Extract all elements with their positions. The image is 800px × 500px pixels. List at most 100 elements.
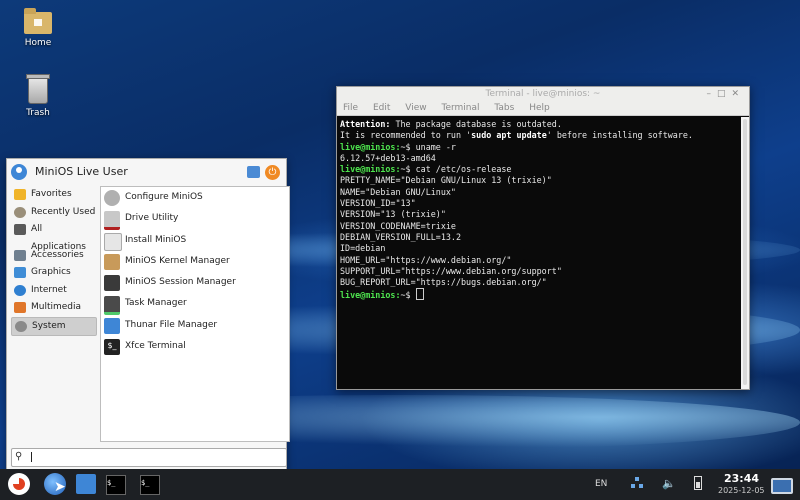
app-configure-minios[interactable]: Configure MiniOS bbox=[101, 187, 289, 208]
taskbar: ➤ $_ $_ EN 🔈 23:44 2025-12-05 bbox=[0, 469, 800, 500]
gear-icon bbox=[104, 190, 120, 206]
terminal-text: PRETTY_NAME="Debian GNU/Linux 13 (trixie… bbox=[340, 175, 552, 186]
category-system[interactable]: System bbox=[11, 316, 97, 336]
star-icon bbox=[14, 189, 26, 200]
battery-icon[interactable] bbox=[694, 476, 702, 490]
category-all-applications[interactable]: All Applications bbox=[11, 221, 97, 252]
terminal-line: It is recommended to run 'sudo apt updat… bbox=[340, 130, 738, 141]
clock-date[interactable]: 2025-12-05 bbox=[718, 486, 765, 495]
install-icon bbox=[104, 232, 122, 251]
drive-icon bbox=[104, 211, 120, 231]
menu-categories: Favorites Recently Used All Applications… bbox=[11, 186, 97, 336]
terminal-text: live@minios: bbox=[340, 141, 401, 152]
terminal-line: 6.12.57+deb13-amd64 bbox=[340, 153, 738, 164]
menu-search-box[interactable]: ⚲ bbox=[11, 448, 287, 467]
keyboard-layout[interactable]: EN bbox=[595, 479, 607, 489]
app-thunar-file-manager[interactable]: Thunar File Manager bbox=[101, 315, 289, 336]
menu-edit[interactable]: Edit bbox=[373, 103, 390, 113]
taskbar-terminal-window-button[interactable]: $_ bbox=[140, 475, 160, 495]
terminal-text: HOME_URL="https://www.debian.org/" bbox=[340, 254, 512, 265]
logout-icon[interactable]: ⏻ bbox=[265, 165, 280, 180]
terminal-text: ~$ uname -r bbox=[400, 141, 456, 152]
terminal-text: live@minios: bbox=[340, 290, 401, 301]
category-label: Graphics bbox=[31, 267, 71, 277]
terminal-text: ' before installing software. bbox=[546, 130, 693, 141]
terminal-line: VERSION_CODENAME=trixie bbox=[340, 221, 738, 232]
trash-icon bbox=[26, 74, 50, 104]
terminal-text: Attention: bbox=[340, 119, 391, 129]
terminal-text: DEBIAN_VERSION_FULL=13.2 bbox=[340, 231, 462, 242]
terminal-text: NAME="Debian GNU/Linux" bbox=[340, 186, 456, 197]
minimize-icon[interactable]: – bbox=[706, 89, 717, 99]
category-multimedia[interactable]: Multimedia bbox=[11, 299, 97, 317]
window-controls[interactable]: –□✕ bbox=[706, 87, 745, 101]
home-folder-icon bbox=[104, 317, 120, 334]
category-label: Accessories bbox=[31, 249, 84, 260]
search-input[interactable] bbox=[30, 450, 284, 465]
floppy-icon bbox=[104, 275, 120, 292]
maximize-icon[interactable]: □ bbox=[717, 89, 732, 99]
menu-tabs[interactable]: Tabs bbox=[494, 103, 514, 113]
text-caret bbox=[31, 452, 32, 462]
graphics-icon bbox=[14, 267, 26, 278]
volume-icon[interactable]: 🔈 bbox=[662, 477, 676, 490]
terminal-text: BUG_REPORT_URL="https://bugs.debian.org/… bbox=[340, 277, 547, 288]
accessories-icon bbox=[14, 249, 26, 261]
file-manager-icon[interactable] bbox=[76, 474, 96, 494]
close-icon[interactable]: ✕ bbox=[731, 89, 745, 99]
globe-icon bbox=[14, 284, 26, 296]
network-icon[interactable] bbox=[631, 477, 643, 489]
terminal-line: live@minios:~$ bbox=[340, 288, 738, 301]
terminal-line: HOME_URL="https://www.debian.org/" bbox=[340, 255, 738, 266]
terminal-text: ~$ cat /etc/os-release bbox=[400, 164, 512, 175]
terminal-line: VERSION_ID="13" bbox=[340, 198, 738, 209]
terminal-line: VERSION="13 (trixie)" bbox=[340, 209, 738, 220]
kernel-box-icon bbox=[104, 253, 120, 270]
terminal-line: PRETTY_NAME="Debian GNU/Linux 13 (trixie… bbox=[340, 175, 738, 186]
multimedia-icon bbox=[14, 302, 26, 313]
app-minios-kernel-manager[interactable]: MiniOS Kernel Manager bbox=[101, 251, 289, 272]
terminal-output[interactable]: Attention: The package database is outda… bbox=[337, 117, 741, 389]
app-drive-utility[interactable]: Drive Utility bbox=[101, 208, 289, 231]
task-manager-icon bbox=[104, 296, 120, 316]
mouse-pointer-icon: ➤ bbox=[54, 479, 66, 495]
category-recently-used[interactable]: Recently Used bbox=[11, 204, 97, 222]
grid-icon bbox=[14, 224, 26, 235]
app-minios-session-manager[interactable]: MiniOS Session Manager bbox=[101, 272, 289, 293]
category-internet[interactable]: Internet bbox=[11, 282, 97, 300]
category-graphics[interactable]: Graphics bbox=[11, 264, 97, 282]
menu-file[interactable]: File bbox=[343, 103, 358, 113]
terminal-window[interactable]: Terminal - live@minios: ~ –□✕ File Edit … bbox=[336, 86, 750, 390]
category-accessories[interactable]: Accessories bbox=[11, 247, 97, 265]
taskbar-terminal-icon[interactable]: $_ bbox=[106, 475, 126, 495]
terminal-menubar: File Edit View Terminal Tabs Help bbox=[337, 101, 749, 116]
menu-help[interactable]: Help bbox=[529, 103, 550, 113]
menu-view[interactable]: View bbox=[405, 103, 426, 113]
terminal-text: VERSION="13 (trixie)" bbox=[340, 209, 446, 220]
desktop-icon-trash[interactable]: Trash bbox=[8, 74, 68, 118]
app-task-manager[interactable]: Task Manager bbox=[101, 293, 289, 316]
terminal-scrollbar[interactable] bbox=[741, 117, 749, 389]
desktop-icon-home[interactable]: Home bbox=[8, 8, 68, 48]
desktop-icon-label: Home bbox=[24, 38, 52, 48]
terminal-text: live@minios: bbox=[340, 164, 401, 175]
avatar bbox=[11, 164, 27, 180]
application-menu: MiniOS Live User ⏻ Favorites Recently Us… bbox=[6, 158, 290, 472]
terminal-line: SUPPORT_URL="https://www.debian.org/supp… bbox=[340, 266, 738, 277]
terminal-titlebar[interactable]: Terminal - live@minios: ~ –□✕ bbox=[337, 87, 749, 101]
scrollbar-thumb[interactable] bbox=[743, 119, 747, 385]
show-desktop-icon[interactable] bbox=[771, 478, 793, 494]
terminal-line: live@minios:~$ uname -r bbox=[340, 142, 738, 153]
app-xfce-terminal[interactable]: $_ Xfce Terminal bbox=[101, 336, 289, 357]
clock-time[interactable]: 23:44 bbox=[724, 472, 759, 485]
minios-logo-icon[interactable] bbox=[8, 473, 30, 495]
terminal-line: NAME="Debian GNU/Linux" bbox=[340, 187, 738, 198]
menu-terminal[interactable]: Terminal bbox=[441, 103, 479, 113]
terminal-text: VERSION_CODENAME=trixie bbox=[340, 220, 456, 231]
app-label: MiniOS Kernel Manager bbox=[125, 255, 230, 266]
menu-app-list: Configure MiniOS Drive Utility Install M… bbox=[100, 186, 290, 442]
category-favorites[interactable]: Favorites bbox=[11, 186, 97, 204]
settings-manager-icon[interactable] bbox=[247, 166, 260, 178]
app-install-minios[interactable]: Install MiniOS bbox=[101, 230, 289, 251]
terminal-text: The package database is outdated. bbox=[390, 119, 562, 129]
